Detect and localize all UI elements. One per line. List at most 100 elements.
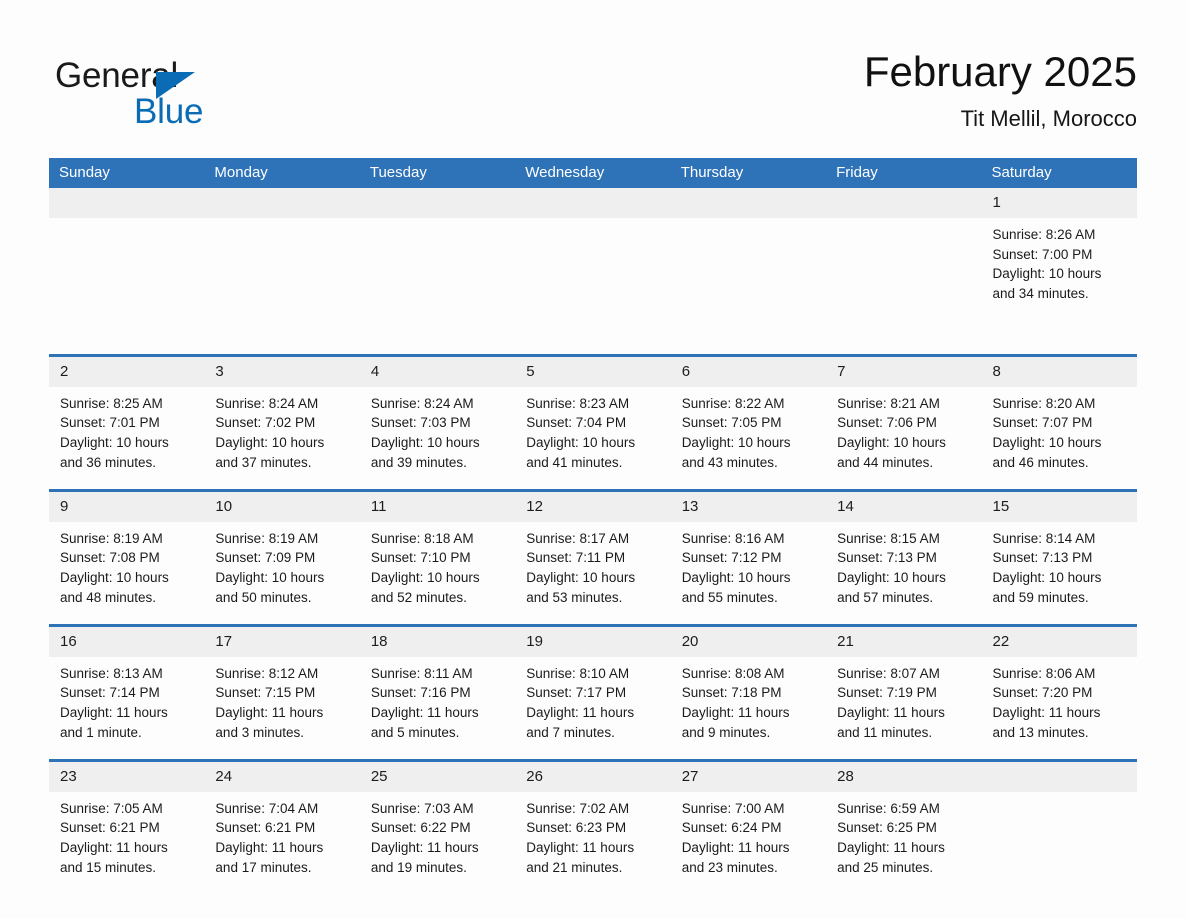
calendar-empty-cell [515,188,671,355]
calendar-day-cell[interactable]: 13 Sunrise: 8:16 AM Sunset: 7:12 PM Dayligh… [670,490,827,625]
calendar-day-cell[interactable]: 25 Sunrise: 7:03 AM Sunset: 6:22 PM Dayligh… [359,760,516,895]
calendar-day-cell[interactable]: 23 Sunrise: 7:05 AM Sunset: 6:21 PM Dayligh… [49,760,205,895]
calendar-day-cell[interactable]: 6 Sunrise: 8:22 AM Sunset: 7:05 PM Daylight… [670,355,827,490]
calendar-week-row: 23 Sunrise: 7:05 AM Sunset: 6:21 PM Dayligh… [49,760,1137,895]
day-info: Sunrise: 8:06 AM Sunset: 7:20 PM Daylight:… [982,657,1137,743]
weekday-header-saturday: Saturday [981,158,1137,188]
calendar-day-cell[interactable]: 16 Sunrise: 8:13 AM Sunset: 7:14 PM Dayligh… [49,625,205,760]
daylight-text-line2: and 43 minutes. [681,454,778,470]
calendar-day-cell[interactable]: 10 Sunrise: 8:19 AM Sunset: 7:09 PM Dayligh… [204,490,360,625]
calendar-day-cell[interactable]: 15 Sunrise: 8:14 AM Sunset: 7:13 PM Dayligh… [981,490,1137,625]
day-number: 15 [981,491,1137,522]
calendar-day-cell[interactable]: 7 Sunrise: 8:21 AM Sunset: 7:06 PM Daylight… [826,355,982,490]
sunset-text: Sunset: 7:11 PM [526,550,626,566]
brand-logo[interactable]: General Blue [55,56,255,134]
daylight-text-line1: Daylight: 10 hours [992,569,1102,585]
calendar-day-cell[interactable]: 18 Sunrise: 8:11 AM Sunset: 7:16 PM Dayligh… [359,625,516,760]
day-number: 25 [359,761,516,792]
sunset-text: Sunset: 6:21 PM [60,820,160,836]
sunset-text: Sunset: 7:16 PM [370,685,471,701]
calendar-day-cell[interactable]: 8 Sunrise: 8:20 AM Sunset: 7:07 PM Daylight… [981,355,1137,490]
calendar-day-cell[interactable]: 9 Sunrise: 8:19 AM Sunset: 7:08 PM Daylight… [49,490,205,625]
sunset-text: Sunset: 7:02 PM [215,415,316,431]
day-number: 7 [826,356,982,387]
calendar-day-cell[interactable]: 1 Sunrise: 8:26 AM Sunset: 7:00 PM Daylight… [981,188,1137,355]
daylight-text-line2: and 9 minutes. [681,724,771,740]
day-info: Sunrise: 7:00 AM Sunset: 6:24 PM Daylight:… [671,792,826,878]
day-info: Sunrise: 8:12 AM Sunset: 7:15 PM Daylight:… [204,657,359,743]
day-info: Sunrise: 8:18 AM Sunset: 7:10 PM Daylight:… [360,522,515,608]
day-info: Sunrise: 8:19 AM Sunset: 7:09 PM Daylight:… [204,522,359,608]
daylight-text-line2: and 44 minutes. [837,454,934,470]
sunrise-text: Sunrise: 8:07 AM [837,665,940,681]
day-number: 14 [826,491,982,522]
day-info: Sunrise: 8:07 AM Sunset: 7:19 PM Daylight:… [826,657,981,743]
day-number: 28 [826,761,982,792]
daylight-text-line2: and 11 minutes. [837,724,933,740]
daylight-text-line2: and 5 minutes. [370,724,460,740]
calendar-day-cell[interactable]: 26 Sunrise: 7:02 AM Sunset: 6:23 PM Dayligh… [515,760,671,895]
daylight-text-line2: and 37 minutes. [215,454,312,470]
sunset-text: Sunset: 7:05 PM [681,415,782,431]
daylight-text-line2: and 46 minutes. [992,454,1089,470]
day-info: Sunrise: 8:24 AM Sunset: 7:02 PM Daylight:… [204,387,359,473]
daylight-text-line2: and 55 minutes. [681,589,778,605]
day-number: 17 [204,626,360,657]
daylight-text-line2: and 1 minute. [60,724,142,740]
calendar-empty-cell [670,188,827,355]
calendar-day-cell[interactable]: 5 Sunrise: 8:23 AM Sunset: 7:04 PM Daylight… [515,355,671,490]
calendar-day-cell[interactable]: 12 Sunrise: 8:17 AM Sunset: 7:11 PM Dayligh… [515,490,671,625]
day-info: Sunrise: 8:25 AM Sunset: 7:01 PM Daylight:… [49,387,204,473]
daylight-text-line1: Daylight: 10 hours [370,434,480,450]
day-info: Sunrise: 8:17 AM Sunset: 7:11 PM Daylight:… [515,522,670,608]
calendar-empty-cell [826,188,982,355]
day-info: Sunrise: 7:04 AM Sunset: 6:21 PM Daylight:… [204,792,359,878]
daylight-text-line1: Daylight: 11 hours [370,839,479,855]
day-info: Sunrise: 8:13 AM Sunset: 7:14 PM Daylight:… [49,657,204,743]
sunset-text: Sunset: 6:21 PM [215,820,316,836]
sunrise-text: Sunrise: 8:21 AM [837,395,940,411]
day-info: Sunrise: 8:16 AM Sunset: 7:12 PM Daylight:… [671,522,826,608]
sunset-text: Sunset: 6:25 PM [837,820,937,836]
calendar-day-cell[interactable]: 22 Sunrise: 8:06 AM Sunset: 7:20 PM Dayligh… [981,625,1137,760]
calendar-page: General Blue February 2025 Tit Mellil, M… [0,0,1188,918]
calendar-week-row: 1 Sunrise: 8:26 AM Sunset: 7:00 PM Daylight… [49,188,1137,355]
calendar-day-cell[interactable]: 19 Sunrise: 8:10 AM Sunset: 7:17 PM Dayligh… [515,625,671,760]
daylight-text-line2: and 7 minutes. [526,724,615,740]
calendar-empty-cell [981,760,1137,895]
calendar-day-cell[interactable]: 14 Sunrise: 8:15 AM Sunset: 7:13 PM Dayligh… [826,490,982,625]
day-info: Sunrise: 8:08 AM Sunset: 7:18 PM Daylight:… [671,657,826,743]
calendar-day-cell[interactable]: 11 Sunrise: 8:18 AM Sunset: 7:10 PM Dayligh… [359,490,516,625]
daylight-text-line1: Daylight: 10 hours [370,569,480,585]
weekday-header-thursday: Thursday [670,158,827,188]
daylight-text-line1: Daylight: 10 hours [60,434,169,450]
sunrise-text: Sunrise: 8:10 AM [526,665,630,681]
day-info: Sunrise: 8:15 AM Sunset: 7:13 PM Daylight:… [826,522,981,608]
calendar-day-cell[interactable]: 24 Sunrise: 7:04 AM Sunset: 6:21 PM Dayligh… [204,760,360,895]
calendar-day-cell[interactable]: 21 Sunrise: 8:07 AM Sunset: 7:19 PM Dayligh… [826,625,982,760]
calendar-day-cell[interactable]: 20 Sunrise: 8:08 AM Sunset: 7:18 PM Dayligh… [670,625,827,760]
daylight-text-line2: and 23 minutes. [681,859,778,875]
day-info: Sunrise: 8:10 AM Sunset: 7:17 PM Daylight:… [515,657,670,743]
day-number: 20 [670,626,827,657]
brand-name-blue: Blue [134,92,204,131]
sunset-text: Sunset: 7:00 PM [992,246,1093,262]
day-number: 13 [670,491,827,522]
day-number: 11 [359,491,516,522]
calendar-day-cell[interactable]: 28 Sunrise: 6:59 AM Sunset: 6:25 PM Dayligh… [826,760,982,895]
calendar-day-cell[interactable]: 3 Sunrise: 8:24 AM Sunset: 7:02 PM Daylight… [204,355,360,490]
daylight-text-line2: and 53 minutes. [526,589,623,605]
calendar-week-row: 2 Sunrise: 8:25 AM Sunset: 7:01 PM Daylight… [49,355,1137,490]
weekday-header-friday: Friday [826,158,982,188]
calendar-day-cell[interactable]: 2 Sunrise: 8:25 AM Sunset: 7:01 PM Daylight… [49,355,205,490]
day-info: Sunrise: 7:02 AM Sunset: 6:23 PM Daylight:… [515,792,670,878]
sunrise-text: Sunrise: 7:00 AM [681,800,785,816]
daylight-text-line2: and 36 minutes. [60,454,157,470]
day-number: 22 [981,626,1137,657]
page-header: General Blue February 2025 Tit Mellil, M… [49,46,1137,146]
daylight-text-line1: Daylight: 11 hours [526,704,635,720]
calendar-day-cell[interactable]: 17 Sunrise: 8:12 AM Sunset: 7:15 PM Dayligh… [204,625,360,760]
calendar-day-cell[interactable]: 27 Sunrise: 7:00 AM Sunset: 6:24 PM Dayligh… [670,760,827,895]
calendar-day-cell[interactable]: 4 Sunrise: 8:24 AM Sunset: 7:03 PM Daylight… [359,355,516,490]
weekday-header-tuesday: Tuesday [359,158,516,188]
